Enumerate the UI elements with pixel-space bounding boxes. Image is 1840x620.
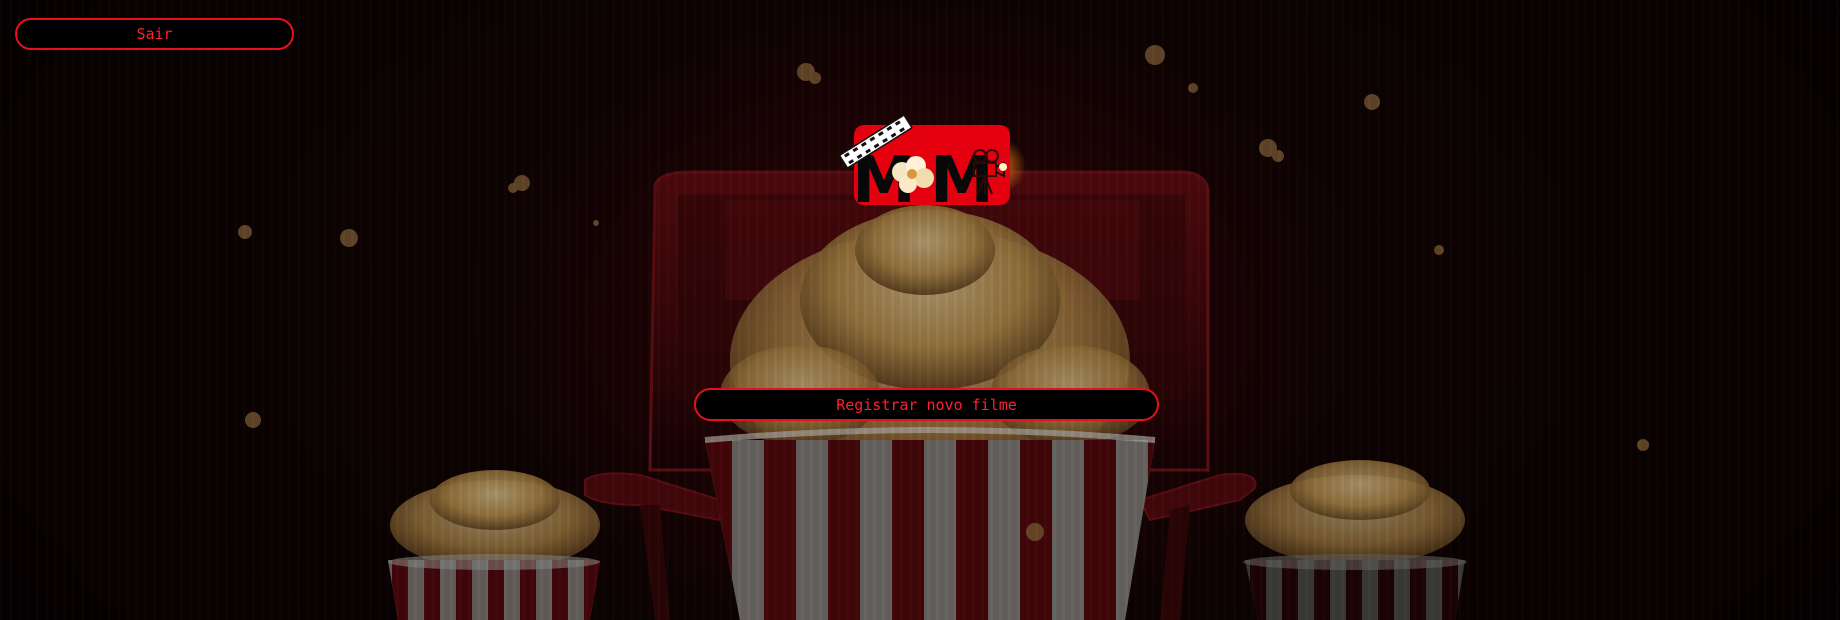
exit-button[interactable]: Sair bbox=[15, 18, 294, 50]
background-scene bbox=[0, 0, 1840, 620]
app-logo: M M bbox=[840, 114, 1026, 210]
lens-flare-icon bbox=[999, 163, 1007, 171]
register-movie-button[interactable]: Registrar novo filme bbox=[694, 388, 1159, 421]
app-screen: M M Sair Registrar novo filme bbox=[0, 0, 1840, 620]
